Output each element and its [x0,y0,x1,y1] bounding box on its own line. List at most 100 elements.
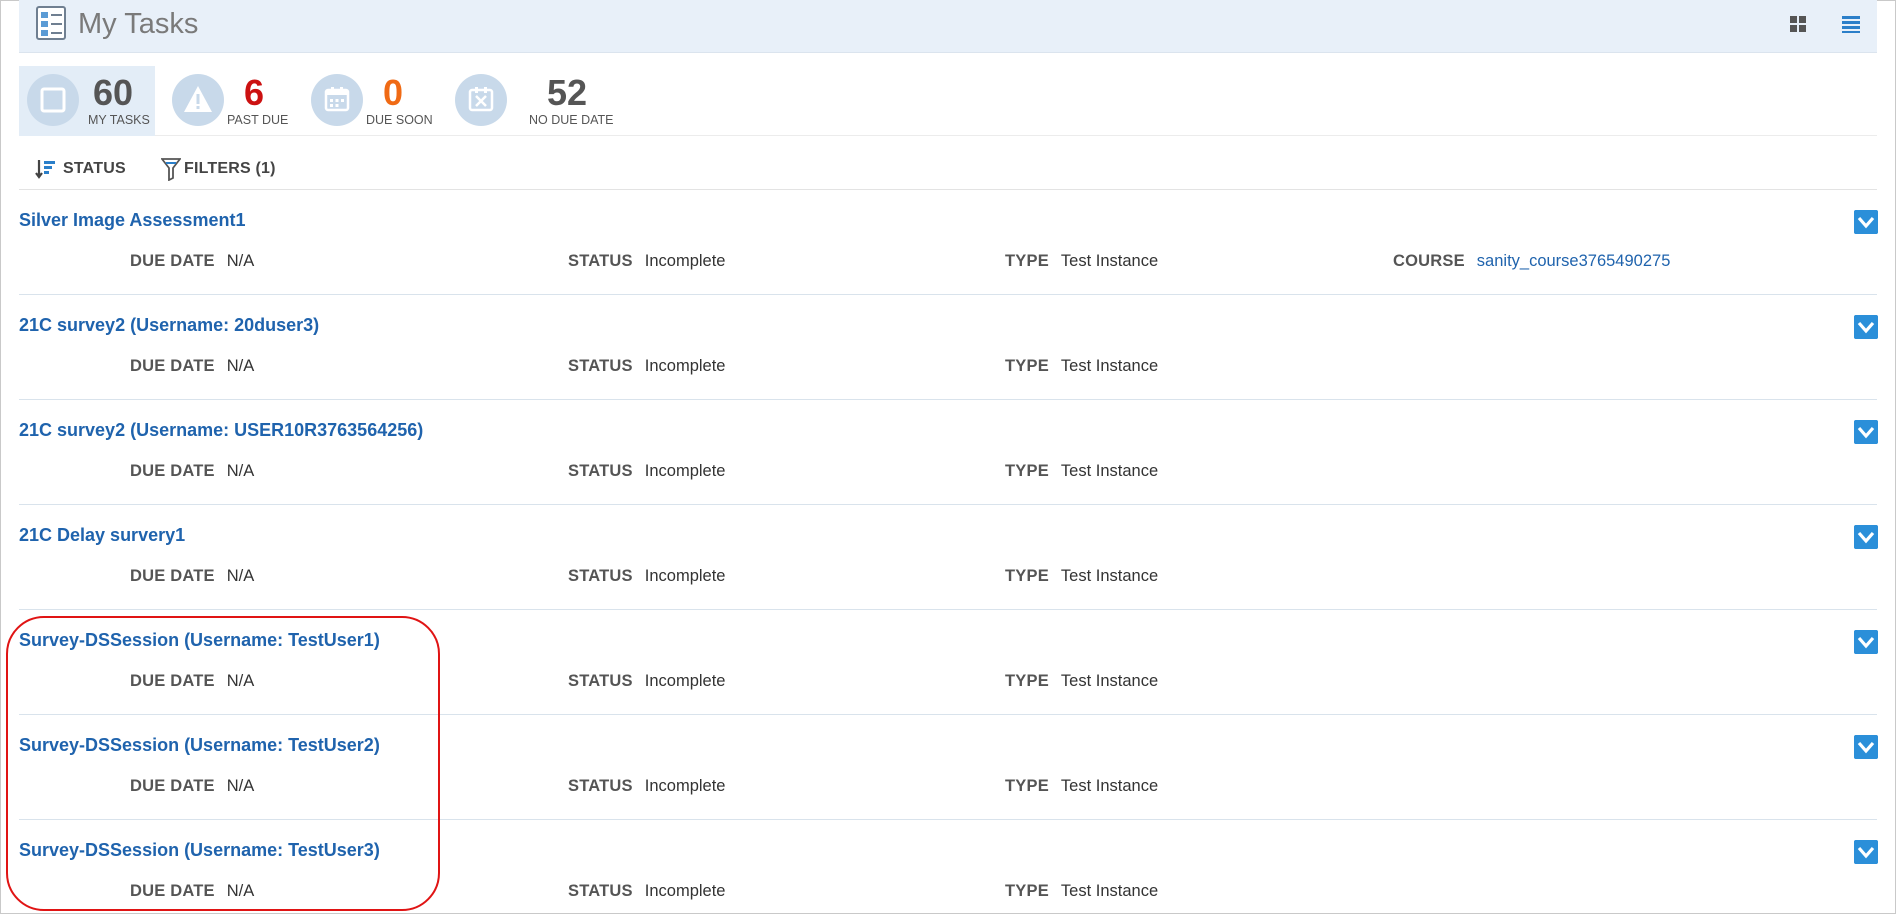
stat-my-tasks[interactable]: 60 MY TASKS [19,66,155,136]
filters-button[interactable]: FILTERS (1) [161,156,291,182]
stat-no-due-date[interactable]: 52 NO DUE DATE [447,66,617,136]
status-value: Incomplete [644,882,726,900]
task-title-link[interactable]: Survey-DSSession (Username: TestUser1) [19,630,380,651]
course-field: COURSE sanity_course3765490275 [1393,252,1670,271]
page-title: My Tasks [78,8,199,40]
stat-label: PAST DUE [227,113,289,127]
type-value: Test Instance [1060,252,1159,270]
type-value: Test Instance [1060,882,1159,900]
type-field: TYPE Test Instance [1005,252,1158,271]
expand-chevron-icon[interactable] [1854,525,1878,549]
status-label: STATUS [568,252,633,270]
status-field: STATUS Incomplete [568,672,725,691]
due-date-label: DUE DATE [130,462,215,480]
due-date-field: DUE DATE N/A [130,462,254,481]
course-label: COURSE [1393,252,1465,270]
stat-label: MY TASKS [88,113,150,127]
task-title-link[interactable]: 21C survey2 (Username: 20duser3) [19,315,319,336]
task-title-link[interactable]: Survey-DSSession (Username: TestUser2) [19,735,380,756]
due-date-value: N/A [226,882,255,900]
status-label: STATUS [568,672,633,690]
status-value: Incomplete [644,252,726,270]
stat-value: 0 [383,72,404,113]
status-value: Incomplete [644,672,726,690]
expand-chevron-icon[interactable] [1854,630,1878,654]
type-value: Test Instance [1060,567,1159,585]
status-value: Incomplete [644,777,726,795]
task-row: 21C survey2 (Username: USER10R3763564256… [19,400,1878,505]
page-header: My Tasks [19,0,1877,53]
status-label: STATUS [568,882,633,900]
task-title-link[interactable]: 21C survey2 (Username: USER10R3763564256… [19,420,423,441]
status-value: Incomplete [644,462,726,480]
stat-past-due[interactable]: 6 PAST DUE [164,66,294,136]
task-toolbar: STATUS FILTERS (1) [19,148,1877,190]
type-value: Test Instance [1060,672,1159,690]
task-board-icon [36,6,66,40]
task-row: Silver Image Assessment1 DUE DATE N/A STA… [19,190,1878,295]
due-date-field: DUE DATE N/A [130,777,254,796]
status-label: STATUS [568,777,633,795]
expand-chevron-icon[interactable] [1854,420,1878,444]
sort-status-button[interactable]: STATUS [35,156,135,182]
due-date-label: DUE DATE [130,567,215,585]
due-date-label: DUE DATE [130,882,215,900]
due-date-field: DUE DATE N/A [130,252,254,271]
status-value: Incomplete [644,567,726,585]
type-value: Test Instance [1060,357,1159,375]
due-date-label: DUE DATE [130,357,215,375]
stat-label: NO DUE DATE [529,113,614,127]
type-field: TYPE Test Instance [1005,357,1158,376]
due-date-field: DUE DATE N/A [130,567,254,586]
status-field: STATUS Incomplete [568,252,725,271]
list-view-icon[interactable] [1840,13,1862,35]
task-row: Survey-DSSession (Username: TestUser1) D… [19,610,1878,715]
checkbox-icon [40,87,66,113]
expand-chevron-icon[interactable] [1854,210,1878,234]
calendar-icon [324,87,350,112]
type-field: TYPE Test Instance [1005,672,1158,691]
expand-chevron-icon[interactable] [1854,735,1878,759]
type-field: TYPE Test Instance [1005,567,1158,586]
due-date-value: N/A [226,672,255,690]
status-value: Incomplete [644,357,726,375]
due-date-value: N/A [226,567,255,585]
expand-chevron-icon[interactable] [1854,315,1878,339]
task-title-link[interactable]: 21C Delay survery1 [19,525,185,546]
status-field: STATUS Incomplete [568,882,725,901]
stat-value: 6 [244,72,265,113]
due-date-value: N/A [226,252,255,270]
stat-value: 60 [93,72,134,113]
sort-icon [35,160,55,179]
due-date-field: DUE DATE N/A [130,882,254,901]
calendar-x-icon [468,87,494,112]
task-title-link[interactable]: Silver Image Assessment1 [19,210,245,231]
type-label: TYPE [1005,567,1049,585]
status-field: STATUS Incomplete [568,357,725,376]
type-label: TYPE [1005,252,1049,270]
warning-icon [184,86,212,112]
status-label: STATUS [568,462,633,480]
task-stats-bar: 60 MY TASKS 6 PAST DUE 0 DUE SOON 52 NO … [19,66,1877,136]
expand-chevron-icon[interactable] [1854,840,1878,864]
status-field: STATUS Incomplete [568,567,725,586]
status-field: STATUS Incomplete [568,777,725,796]
task-title-link[interactable]: Survey-DSSession (Username: TestUser3) [19,840,380,861]
stat-value: 52 [547,72,588,113]
grid-view-icon[interactable] [1787,13,1809,35]
type-value: Test Instance [1060,462,1159,480]
type-label: TYPE [1005,882,1049,900]
due-date-field: DUE DATE N/A [130,357,254,376]
due-date-label: DUE DATE [130,672,215,690]
due-date-value: N/A [226,777,255,795]
status-label: STATUS [568,567,633,585]
filters-label: FILTERS (1) [184,160,276,177]
course-link[interactable]: sanity_course3765490275 [1477,252,1671,270]
task-row: 21C survey2 (Username: 20duser3) DUE DAT… [19,295,1878,400]
stat-due-soon[interactable]: 0 DUE SOON [303,66,443,136]
due-date-label: DUE DATE [130,252,215,270]
due-date-value: N/A [226,357,255,375]
task-row: 21C Delay survery1 DUE DATE N/A STATUS Inc… [19,505,1878,610]
due-date-label: DUE DATE [130,777,215,795]
sort-label: STATUS [63,160,126,177]
